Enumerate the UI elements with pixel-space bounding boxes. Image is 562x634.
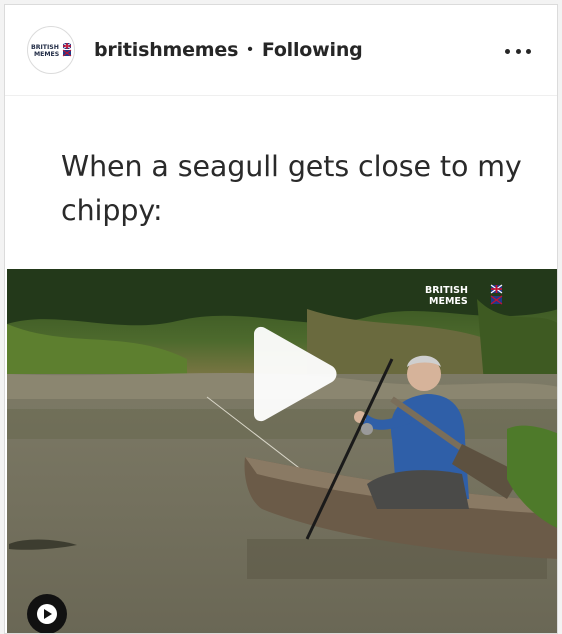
meme-caption: When a seagull gets close to my chippy:	[61, 150, 522, 227]
video-player[interactable]: BRITISH MEMES	[7, 269, 557, 633]
more-options-icon[interactable]	[505, 41, 531, 61]
separator-dot: •	[247, 41, 253, 58]
british-memes-logo: BRITISH MEMES	[31, 42, 72, 58]
play-circle-icon[interactable]	[27, 594, 67, 633]
watermark-line2: MEMES	[429, 296, 468, 306]
british-memes-watermark: BRITISH MEMES	[425, 284, 503, 306]
avatar[interactable]: BRITISH MEMES	[27, 26, 75, 74]
play-icon[interactable]	[242, 324, 342, 424]
following-button[interactable]: Following	[262, 39, 363, 61]
post-header: BRITISH MEMES britishmemes • Following	[5, 5, 557, 96]
avatar-logo-line1: BRITISH	[31, 44, 59, 51]
avatar-logo-line2: MEMES	[34, 51, 59, 58]
reel-play-icon	[37, 604, 57, 624]
post-card: BRITISH MEMES britishmemes • Following W…	[4, 4, 558, 634]
watermark-line1: BRITISH	[425, 285, 468, 296]
username-link[interactable]: britishmemes	[94, 39, 238, 61]
meme-caption-area: When a seagull gets close to my chippy:	[5, 97, 557, 269]
